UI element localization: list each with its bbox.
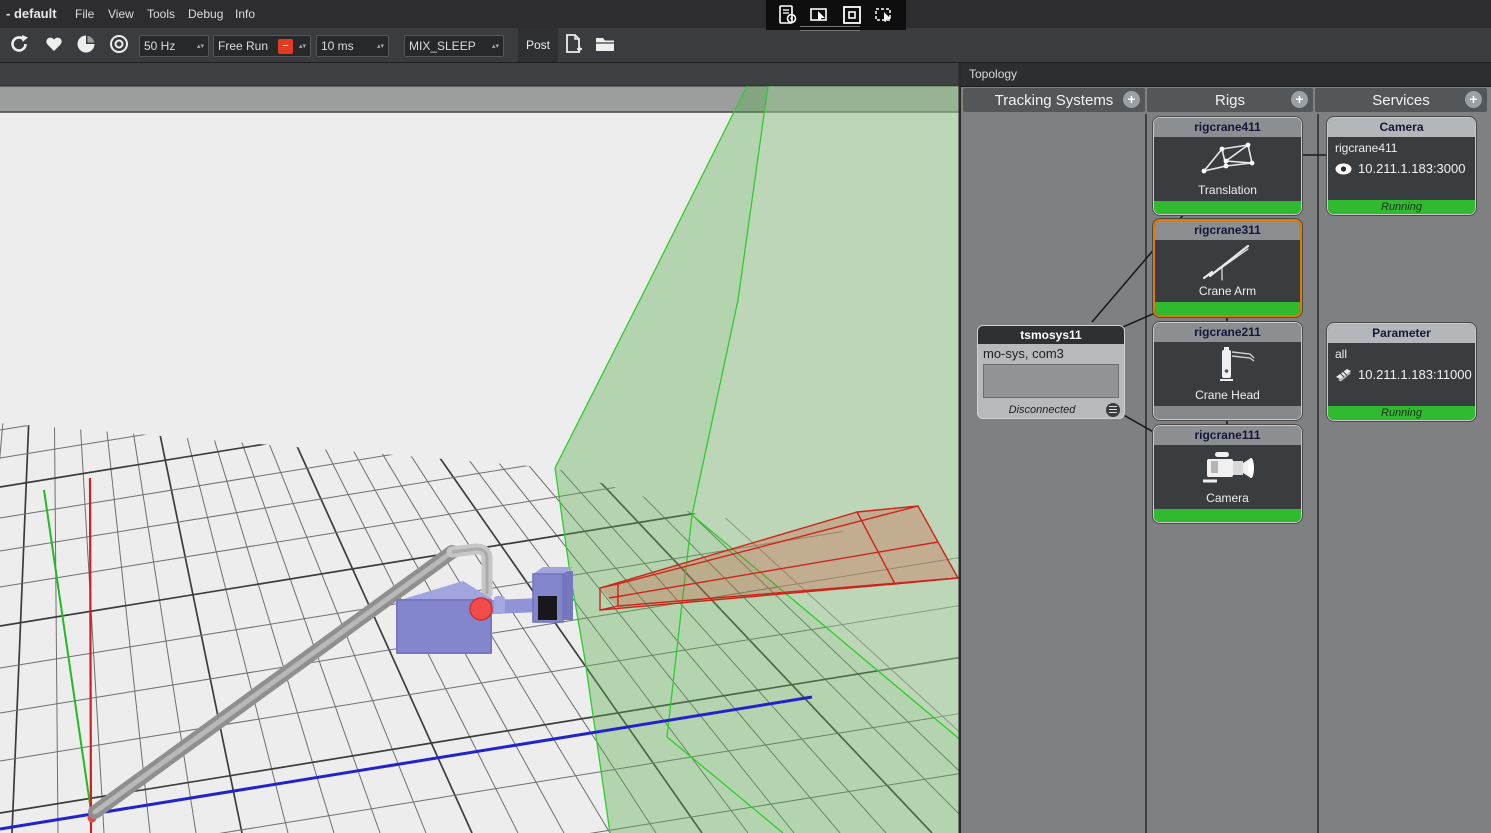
status-bar xyxy=(1154,201,1301,214)
tracking-data-box xyxy=(983,364,1119,398)
select-cursor-icon[interactable] xyxy=(809,4,831,26)
column-divider-2 xyxy=(1317,114,1319,833)
column-header-tracking-systems: Tracking Systems + xyxy=(963,88,1145,112)
viewport-3d[interactable] xyxy=(0,0,961,833)
eye-icon xyxy=(1335,163,1352,174)
node-rigcrane411[interactable]: rigcrane411 Translation xyxy=(1153,117,1302,215)
favorite-button[interactable] xyxy=(41,31,67,57)
column-header-services: Services + xyxy=(1315,88,1487,112)
layers-icon xyxy=(1336,368,1351,381)
node-tsmosys11[interactable]: tsmosys11 mo-sys, com3 Disconnected xyxy=(977,325,1125,419)
sleep-mode-value: MIX_SLEEP xyxy=(409,39,476,53)
status-bar: Running xyxy=(1328,406,1475,420)
interval-value: 10 ms xyxy=(321,39,354,53)
status-label: Disconnected xyxy=(1008,403,1076,416)
topology-title: Topology xyxy=(961,62,1491,87)
menu-tools[interactable]: Tools xyxy=(147,7,175,21)
arm-collar xyxy=(494,596,505,614)
run-indicator: − xyxy=(277,38,293,54)
status-bar xyxy=(1154,509,1301,522)
main-toolbar: 50 Hz ▴▾ Free Run − ▴▾ 10 ms ▴▾ MIX_SLEE… xyxy=(0,28,1491,63)
rig-type-label: Crane Arm xyxy=(1198,284,1257,298)
node-title: Camera xyxy=(1328,118,1475,137)
refresh-button[interactable] xyxy=(6,31,32,57)
node-rigcrane311[interactable]: rigcrane311 Crane Arm xyxy=(1153,219,1302,317)
toolbar-drag-handle[interactable] xyxy=(800,26,860,31)
node-title: Parameter xyxy=(1328,324,1475,343)
service-target: rigcrane411 xyxy=(1335,141,1398,155)
band-dark xyxy=(0,62,961,86)
post-button[interactable]: Post xyxy=(518,28,558,62)
column-divider-1 xyxy=(1145,114,1147,833)
marquee-select-icon[interactable] xyxy=(873,4,895,26)
service-target: all xyxy=(1335,347,1348,361)
script-settings-icon[interactable] xyxy=(777,4,799,26)
message-bubble-icon[interactable] xyxy=(1106,402,1120,417)
menu-view[interactable]: View xyxy=(108,7,134,21)
run-mode-select[interactable]: Free Run − ▴▾ xyxy=(213,35,311,57)
frame-box-icon[interactable] xyxy=(841,4,863,26)
add-rig-button[interactable]: + xyxy=(1291,91,1308,108)
node-title: tsmosys11 xyxy=(978,326,1124,344)
status-bar: Running xyxy=(1328,200,1475,214)
node-title: rigcrane411 xyxy=(1154,118,1301,137)
translation-icon xyxy=(1201,142,1254,174)
head-lens-dark xyxy=(538,596,557,620)
menu-debug[interactable]: Debug xyxy=(188,7,223,21)
add-service-button[interactable]: + xyxy=(1465,91,1482,108)
rig-type-label: Camera xyxy=(1206,491,1249,505)
node-rigcrane211[interactable]: rigcrane211 Crane Head xyxy=(1153,322,1302,420)
new-document-button[interactable] xyxy=(560,31,586,57)
menu-info[interactable]: Info xyxy=(235,7,255,21)
frequency-spinner[interactable]: ▴▾ xyxy=(197,43,204,50)
tracking-info: mo-sys, com3 xyxy=(983,346,1064,361)
run-mode-value: Free Run xyxy=(218,39,269,53)
menu-bar: - default File View Tools Debug Info xyxy=(0,0,1491,28)
target-button[interactable] xyxy=(106,31,132,57)
interval-spinner[interactable]: ▴▾ xyxy=(377,43,384,50)
frequency-select[interactable]: 50 Hz ▴▾ xyxy=(139,35,209,57)
status-bar xyxy=(1154,406,1301,419)
rig-type-label: Translation xyxy=(1198,183,1257,197)
node-title: rigcrane111 xyxy=(1154,426,1301,445)
crane-arm-icon xyxy=(1202,244,1249,281)
tally-dot xyxy=(469,597,493,621)
axis-red xyxy=(88,477,93,833)
frequency-value: 50 Hz xyxy=(144,39,176,53)
add-tracking-system-button[interactable]: + xyxy=(1123,91,1140,108)
run-mode-spinner[interactable]: ▴▾ xyxy=(299,43,306,50)
sleep-mode-select[interactable]: MIX_SLEEP ▴▾ xyxy=(404,35,504,57)
node-title: rigcrane311 xyxy=(1155,221,1300,240)
menu-file[interactable]: File xyxy=(75,7,94,21)
crane-head-icon xyxy=(1219,347,1254,381)
service-address: 10.211.1.183:11000 xyxy=(1358,367,1472,382)
sleep-mode-spinner[interactable]: ▴▾ xyxy=(492,43,499,50)
open-folder-button[interactable] xyxy=(592,31,618,57)
timer-button[interactable] xyxy=(73,31,99,57)
node-service-parameter[interactable]: Parameter all 10.211.1.183:11000 Running xyxy=(1327,323,1476,421)
node-service-camera[interactable]: Camera rigcrane411 10.211.1.183:3000 Run… xyxy=(1327,117,1476,215)
rig-type-label: Crane Head xyxy=(1195,388,1260,402)
window-title: - default xyxy=(6,6,57,21)
node-rigcrane111[interactable]: rigcrane111 Camera xyxy=(1153,425,1302,523)
node-title: rigcrane211 xyxy=(1154,323,1301,342)
status-bar xyxy=(1155,302,1300,315)
interval-select[interactable]: 10 ms ▴▾ xyxy=(316,35,389,57)
column-header-rigs: Rigs + xyxy=(1147,88,1313,112)
camera-icon xyxy=(1202,452,1254,483)
service-address: 10.211.1.183:3000 xyxy=(1358,161,1466,176)
